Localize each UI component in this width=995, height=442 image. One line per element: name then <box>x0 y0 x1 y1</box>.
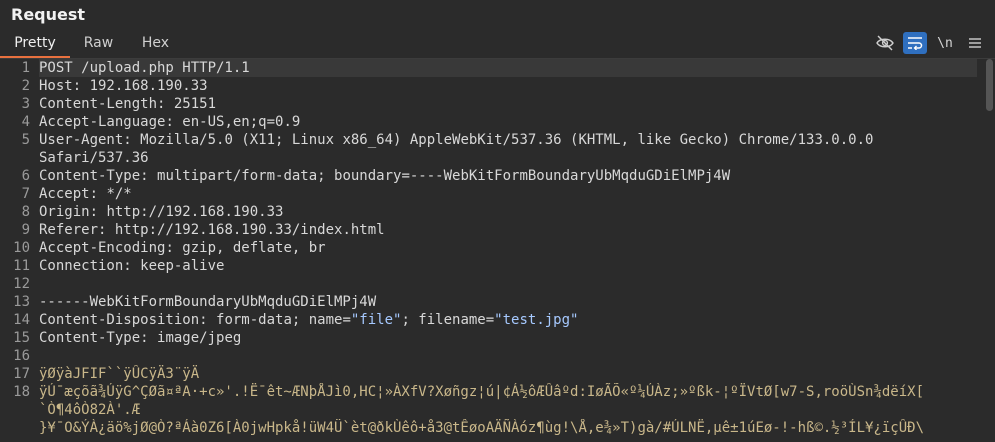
header-value: Mozilla/5.0 (X11; Linux x86_64) AppleWeb… <box>140 132 874 148</box>
header-line: Accept: */* <box>39 186 132 202</box>
header-line: Host: 192.168.190.33 <box>39 78 208 94</box>
header-value: en-US,en;q=0.9 <box>182 114 301 130</box>
line-number: 6 <box>21 168 30 184</box>
code-area[interactable]: POST /upload.php HTTP/1.1 Host: 192.168.… <box>39 59 977 442</box>
header-line: Origin: http://192.168.190.33 <box>39 204 284 220</box>
header-value: 25151 <box>173 96 217 112</box>
line-number: 1 <box>21 60 30 76</box>
line-number: 8 <box>21 204 30 220</box>
tab-hex[interactable]: Hex <box>127 32 184 58</box>
panel-title: Request <box>11 5 86 24</box>
header-key: Host <box>39 78 73 94</box>
header-line: Content-Length: 25151 <box>39 96 217 112</box>
request-line: POST /upload.php HTTP/1.1 <box>39 59 977 77</box>
header-line-wrapped: Safari/537.36 <box>39 150 149 166</box>
line-number: 12 <box>13 276 30 292</box>
view-tabs: Pretty Raw Hex <box>0 32 184 58</box>
quoted-value: "test.jpg" <box>494 312 579 328</box>
scrollbar-thumb[interactable] <box>986 59 993 111</box>
line-number: 13 <box>13 294 30 310</box>
header-value: http://192.168.190.33 <box>106 204 284 220</box>
binary-line-wrapped: `Ò¶4ôÒ82À'.Æ <box>39 402 141 418</box>
quoted-value: "file" <box>350 312 402 328</box>
line-number: 11 <box>13 258 30 274</box>
menu-button[interactable] <box>963 32 987 54</box>
header-key: Content-Type <box>39 168 141 184</box>
header-key: User-Agent <box>39 132 124 148</box>
vertical-scrollbar[interactable] <box>983 59 995 442</box>
header-line: Accept-Encoding: gzip, deflate, br <box>39 240 326 256</box>
header-line: Content-Type: multipart/form-data; bound… <box>39 168 731 184</box>
line-number: 9 <box>21 222 30 238</box>
binary-line: ÿØÿàJFIF``ÿÛCÿÄ3¨ÿÄ <box>39 366 200 382</box>
header-value: */* <box>106 186 132 202</box>
header-value: keep-alive <box>140 258 225 274</box>
line-number: 15 <box>13 330 30 346</box>
header-value: http://192.168.190.33/index.html <box>114 222 385 238</box>
header-key: Accept-Encoding <box>39 240 166 256</box>
header-line: Content-Type: image/jpeg <box>39 330 242 346</box>
request-panel-header: Request Pretty Raw Hex \n <box>0 0 995 58</box>
header-value: ; filename= <box>401 312 495 328</box>
line-number: 14 <box>13 312 30 328</box>
header-key: Content-Disposition <box>39 312 200 328</box>
line-number: 16 <box>13 348 30 364</box>
header-value: form-data; name= <box>216 312 351 328</box>
header-key: Content-Length <box>39 96 158 112</box>
eye-slash-icon <box>876 35 894 51</box>
tab-pretty[interactable]: Pretty <box>0 32 70 58</box>
header-line: Accept-Language: en-US,en;q=0.9 <box>39 114 301 130</box>
line-number: 3 <box>21 96 30 112</box>
header-value: 192.168.190.33 <box>89 78 208 94</box>
line-number: 7 <box>21 186 30 202</box>
header-key: Connection <box>39 258 124 274</box>
line-number: 17 <box>13 366 30 382</box>
header-line: User-Agent: Mozilla/5.0 (X11; Linux x86_… <box>39 132 874 148</box>
line-number: 18 <box>13 384 30 400</box>
boundary-line: ------WebKitFormBoundaryUbMqduGDiElMPj4W <box>39 294 377 310</box>
line-number: 2 <box>21 78 30 94</box>
header-key: Accept <box>39 186 90 202</box>
header-line: Referer: http://192.168.190.33/index.htm… <box>39 222 385 238</box>
binary-line: ÿÚ¯æçõã¾ÚÿG^ÇØã¤ªA·+c»'.!Ë¯êt~ÆNþÅJì0,HC… <box>39 384 925 400</box>
word-wrap-icon <box>908 37 923 50</box>
show-newlines-button[interactable]: \n <box>933 32 957 54</box>
editor-toolbar: \n <box>873 31 987 55</box>
hide-headers-button[interactable] <box>873 32 897 54</box>
header-value: multipart/form-data; boundary=----WebKit… <box>157 168 731 184</box>
line-number-blank <box>0 149 30 167</box>
header-line: Connection: keep-alive <box>39 258 225 274</box>
header-key: Origin <box>39 204 90 220</box>
binary-line-wrapped: }¥¯O&ÝÀ¿äö%jØ@Ò?ªÁà0Z6[À0jwHpkå!üW4Ü`èt@… <box>39 420 925 436</box>
hamburger-menu-icon <box>969 38 981 48</box>
header-value: image/jpeg <box>157 330 242 346</box>
newline-label: \n <box>937 35 953 51</box>
header-key: Accept-Language <box>39 114 166 130</box>
line-number: 10 <box>13 240 30 256</box>
line-number: 4 <box>21 114 30 130</box>
header-key: Referer <box>39 222 99 238</box>
header-value: gzip, deflate, br <box>182 240 326 256</box>
line-number-gutter: 1 2 3 4 5 6 7 8 9 10 11 12 13 14 15 16 1… <box>0 59 34 442</box>
line-number: 5 <box>21 132 30 148</box>
header-key: Content-Type <box>39 330 141 346</box>
tab-raw[interactable]: Raw <box>70 32 127 58</box>
header-line: Content-Disposition: form-data; name="fi… <box>39 312 579 328</box>
word-wrap-button[interactable] <box>903 32 927 54</box>
request-editor[interactable]: 1 2 3 4 5 6 7 8 9 10 11 12 13 14 15 16 1… <box>0 59 995 442</box>
